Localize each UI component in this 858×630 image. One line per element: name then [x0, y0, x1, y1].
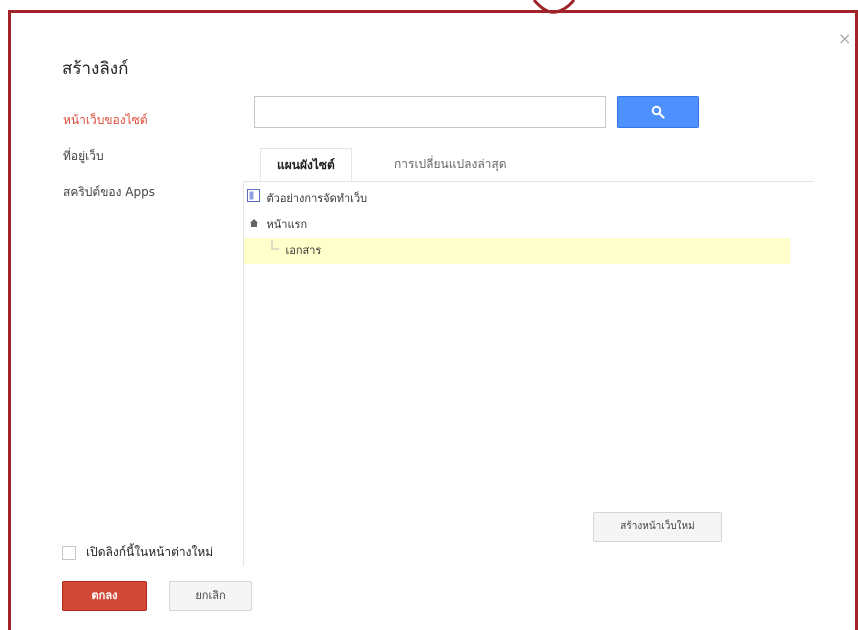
home-page-icon: [249, 212, 259, 238]
tree-item-home-label: หน้าแรก: [266, 218, 308, 231]
ok-button[interactable]: ตกลง: [62, 581, 147, 611]
tree-item-documents-label: เอกสาร: [285, 244, 322, 257]
dialog-title: สร้างลิงก์: [62, 59, 129, 79]
sidebar-item-apps-script[interactable]: สคริปต์ของ Apps: [63, 184, 155, 220]
tree-item-documents[interactable]: เอกสาร: [244, 238, 790, 264]
sitemap-tree: ตัวอย่างการจัดทำเว็บ หน้าแรก เอกสาร: [244, 186, 790, 264]
tree-item-site[interactable]: ตัวอย่างการจัดทำเว็บ: [244, 186, 790, 212]
search-button[interactable]: [617, 96, 699, 128]
sidebar-item-web-address[interactable]: ที่อยู่เว็บ: [63, 148, 155, 184]
tab-sitemap[interactable]: แผนผังไซต์: [260, 148, 352, 181]
tree-item-site-label: ตัวอย่างการจัดทำเว็บ: [266, 192, 368, 205]
open-new-window-label: เปิดลิงก์นี้ในหน้าต่างใหม่: [86, 545, 214, 559]
open-new-window-option: เปิดลิงก์นี้ในหน้าต่างใหม่: [62, 543, 213, 562]
tree-branch-icon: [270, 238, 280, 264]
cancel-button[interactable]: ยกเลิก: [169, 581, 252, 611]
search-input[interactable]: [254, 96, 606, 128]
search-icon: [651, 105, 665, 119]
close-icon[interactable]: ×: [838, 31, 851, 47]
sidebar-item-site-pages[interactable]: หน้าเว็บของไซต์: [63, 112, 155, 148]
tab-bar: แผนผังไซต์ การเปลี่ยนแปลงล่าสุด: [244, 148, 814, 182]
sidebar-nav: หน้าเว็บของไซต์ ที่อยู่เว็บ สคริปต์ของ A…: [63, 112, 155, 220]
tree-item-home[interactable]: หน้าแรก: [244, 212, 790, 238]
open-new-window-checkbox[interactable]: [62, 545, 76, 560]
site-icon: [247, 186, 260, 212]
create-new-page-button[interactable]: สร้างหน้าเว็บใหม่: [593, 512, 722, 542]
tab-recent-changes[interactable]: การเปลี่ยนแปลงล่าสุด: [394, 148, 507, 181]
